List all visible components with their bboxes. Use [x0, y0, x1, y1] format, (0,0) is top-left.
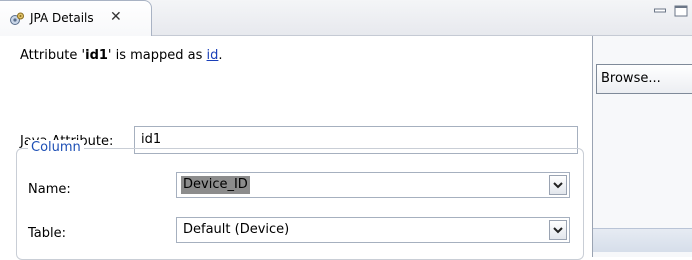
minimize-icon[interactable] [654, 6, 666, 16]
column-name-value: Device_ID [181, 176, 250, 194]
tab-title: JPA Details [30, 11, 94, 25]
column-table-combo[interactable]: Default (Device) [176, 217, 570, 243]
mapping-type-link[interactable]: id [207, 48, 219, 63]
column-table-value: Default (Device) [183, 222, 290, 237]
column-group [16, 148, 584, 260]
column-name-label: Name: [28, 182, 71, 197]
column-name-combo[interactable]: Device_ID [176, 172, 570, 198]
mapping-suffix: . [218, 48, 223, 63]
browse-button[interactable]: Browse... [596, 64, 692, 94]
column-group-title: Column [28, 140, 84, 155]
column-table-label: Table: [28, 226, 66, 241]
chevron-down-icon[interactable] [549, 175, 567, 195]
jpa-details-icon [10, 12, 24, 25]
close-icon[interactable]: ✕ [110, 7, 122, 27]
maximize-icon[interactable] [674, 5, 688, 17]
mapping-prefix: Attribute ' [20, 48, 86, 63]
tab-jpa-details[interactable]: JPA Details ✕ [0, 0, 152, 36]
attribute-name: id1 [85, 48, 108, 63]
mapping-middle: ' is mapped as [107, 48, 207, 63]
mapping-description: Attribute 'id1' is mapped as id. [20, 48, 223, 63]
background-tab-strip [593, 228, 692, 252]
view-tab-bar: JPA Details ✕ [0, 0, 692, 36]
chevron-down-icon[interactable] [549, 220, 567, 240]
